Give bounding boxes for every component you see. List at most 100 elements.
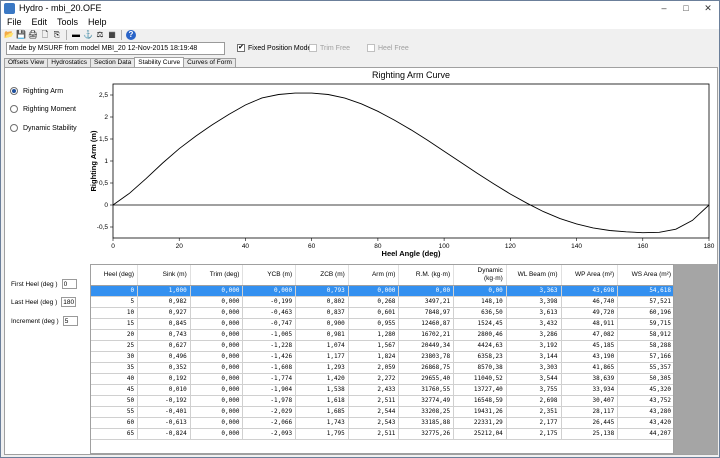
app-icon (4, 2, 15, 14)
table-scrollbar[interactable] (674, 264, 718, 454)
table-row[interactable]: 45 0,010 0,000 -1,904 1,538 2,433 31760,55 1372… (91, 384, 673, 396)
y-axis-label: Righting Arm (m) (89, 130, 98, 191)
table-cell: 23803,78 (398, 351, 455, 363)
table-row[interactable]: 25 0,627 0,000 -1,228 1,074 1,567 20449,34 4424… (91, 340, 673, 352)
tab-section-data[interactable]: Section Data (90, 58, 136, 67)
options-row: Made by MSURF from model MBI_20 12-Nov-2… (1, 41, 719, 56)
maximize-button[interactable]: □ (675, 1, 697, 15)
table-cell: 50 (91, 395, 139, 407)
table-row[interactable]: 5 0,982 0,000 -0,199 0,802 0,268 3497,21 148,10… (91, 296, 673, 308)
column-header[interactable]: R.M. (kg·m) (398, 265, 455, 286)
table-cell: 30,407 (561, 395, 619, 407)
balance-icon[interactable]: ⚖ (95, 30, 105, 40)
table-cell: 3,613 (506, 307, 562, 319)
table-cell: 1524,45 (453, 318, 507, 330)
tab-offsets-view[interactable]: Offsets View (4, 58, 49, 67)
column-header[interactable]: ZCB (m) (295, 265, 349, 286)
table-cell: 12460,87 (398, 318, 455, 330)
table-cell: 1,074 (295, 340, 349, 352)
table-cell: 45,320 (617, 384, 673, 396)
trim-free-checkbox[interactable]: Trim Free (309, 44, 350, 52)
table-cell: 2,272 (348, 373, 400, 385)
table-row[interactable]: 35 0,352 0,000 -1,608 1,293 2,059 26868,75 8570… (91, 362, 673, 374)
column-header[interactable]: WS Area (m²) (617, 265, 673, 286)
table-cell: 1,000 (137, 285, 191, 297)
table-cell: 57,166 (617, 351, 673, 363)
ship-icon[interactable]: ⚓ (83, 30, 93, 40)
tab-hydrostatics[interactable]: Hydrostatics (47, 58, 92, 67)
fixed-position-checkbox[interactable]: ✔ Fixed Position Mode (237, 44, 311, 52)
column-header[interactable]: Dynamic (kg·m) (453, 265, 507, 286)
table-cell: 1,618 (295, 395, 349, 407)
table-row[interactable]: 15 0,845 0,000 -0,747 0,900 0,955 12460,87 1524… (91, 318, 673, 330)
table-cell: -0,401 (137, 406, 191, 418)
copy-icon[interactable]: ⎘ (52, 30, 62, 40)
table-cell: 0,000 (190, 351, 244, 363)
table-cell: 38,639 (561, 373, 619, 385)
table-row[interactable]: 40 0,192 0,000 -1,774 1,420 2,272 29655,40 1104… (91, 373, 673, 385)
table-cell: 1,280 (348, 329, 400, 341)
help-icon[interactable]: ? (126, 30, 136, 40)
menu-help[interactable]: Help (88, 17, 107, 27)
column-header[interactable]: Heel (deg) (91, 265, 139, 286)
table-cell: 0,00 (453, 285, 507, 297)
minimize-button[interactable]: – (653, 1, 675, 15)
menu-edit[interactable]: Edit (32, 17, 48, 27)
model-info-field[interactable]: Made by MSURF from model MBI_20 12-Nov-2… (6, 42, 225, 55)
table-cell: 1,795 (295, 428, 349, 440)
close-button[interactable]: ✕ (697, 1, 719, 15)
menu-file[interactable]: File (7, 17, 22, 27)
print-preview-icon[interactable]: 🗋 (40, 30, 50, 40)
column-header[interactable]: Sink (m) (137, 265, 191, 286)
tab-curves-of-form[interactable]: Curves of Form (183, 58, 236, 67)
folder-open-icon[interactable]: 📂 (4, 30, 14, 40)
righting-moment-radio[interactable]: Righting Moment (10, 105, 76, 113)
table-row[interactable]: 60 -0,613 0,000 -2,066 1,743 2,543 33185,88 223… (91, 417, 673, 429)
x-axis-label: Heel Angle (deg) (382, 249, 441, 258)
column-header[interactable]: Trim (deg) (190, 265, 244, 286)
last-heel-field: Last Heel (deg ) (11, 297, 77, 307)
table-cell: 16548,59 (453, 395, 507, 407)
heel-free-checkbox[interactable]: Heel Free (367, 44, 409, 52)
table-cell: 3,192 (506, 340, 562, 352)
table-cell: -2,066 (242, 417, 297, 429)
table-cell: 3,144 (506, 351, 562, 363)
table-row[interactable]: 50 -0,192 0,000 -1,978 1,618 2,511 32774,49 165… (91, 395, 673, 407)
table-row[interactable]: 20 0,743 0,000 -1,005 0,981 1,280 16702,21 2800… (91, 329, 673, 341)
table-cell: -1,774 (242, 373, 297, 385)
column-header[interactable]: WL Beam (m) (506, 265, 562, 286)
table-cell: 47,082 (561, 329, 619, 341)
print-icon[interactable]: 🖨 (28, 30, 38, 40)
table-cell: 44,207 (617, 428, 673, 440)
table-icon[interactable]: ▬ (71, 30, 81, 40)
x-tick-label: 0 (111, 243, 115, 250)
toolbar: 📂 💾 🖨 🗋 ⎘ ▬ ⚓ ⚖ ▦ ? (1, 29, 719, 41)
table-cell: -0,463 (242, 307, 297, 319)
toolbar-separator (66, 30, 67, 40)
increment-input[interactable] (62, 316, 78, 326)
first-heel-field: First Heel (deg ) (11, 279, 77, 289)
table-row[interactable]: 65 -0,824 0,000 -2,093 1,795 2,511 32775,26 252… (91, 428, 673, 440)
table-cell: 0,000 (190, 395, 244, 407)
table-row[interactable]: 0 1,000 0,000 0,000 0,793 0,000 0,00 0,00 3,363 4… (91, 285, 673, 297)
y-tick-label: 0 (104, 202, 108, 209)
table-cell: 0,601 (348, 307, 400, 319)
table-row[interactable]: 30 0,496 0,000 -1,426 1,177 1,824 23803,78 6358… (91, 351, 673, 363)
dynamic-stability-radio[interactable]: Dynamic Stability (10, 124, 77, 132)
column-header[interactable]: YCB (m) (242, 265, 297, 286)
table-cell: 0,000 (190, 406, 244, 418)
last-heel-input[interactable] (61, 297, 77, 307)
column-header[interactable]: Arm (m) (348, 265, 400, 286)
save-icon[interactable]: 💾 (16, 30, 26, 40)
column-header[interactable]: WP Area (m²) (561, 265, 619, 286)
menu-tools[interactable]: Tools (57, 17, 78, 27)
table-row[interactable]: 10 0,927 0,000 -0,463 0,837 0,601 7848,97 636,5… (91, 307, 673, 319)
table-cell: -2,093 (242, 428, 297, 440)
toolbar-separator (121, 30, 122, 40)
table-row[interactable]: 55 -0,401 0,000 -2,029 1,685 2,544 33208,25 194… (91, 406, 673, 418)
righting-arm-radio[interactable]: Righting Arm (10, 87, 63, 95)
table-cell: 0,000 (190, 307, 244, 319)
table-cell: 0,000 (190, 296, 244, 308)
chart-icon[interactable]: ▦ (107, 30, 117, 40)
first-heel-input[interactable] (61, 279, 77, 289)
